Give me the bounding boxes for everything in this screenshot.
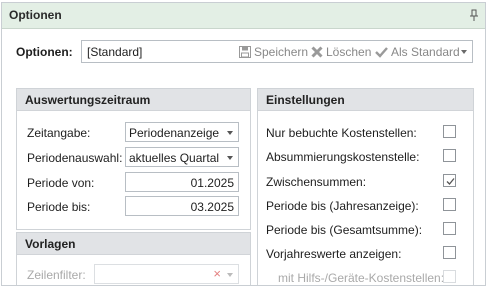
periodenauswahl-select[interactable]: aktuelles Quartal (125, 147, 239, 167)
periode-bis-value: 03.2025 (190, 200, 234, 214)
setting-checkbox[interactable] (443, 270, 456, 283)
chevron-down-icon[interactable] (461, 50, 467, 54)
einstellungen-group: Einstellungen Nur bebuchte Kostenstellen… (257, 88, 474, 285)
checkmark-icon (375, 47, 388, 58)
setting-checkbox[interactable] (443, 149, 456, 162)
zeitangabe-value: Periodenanzeige (129, 126, 220, 140)
delete-button-label: Löschen (326, 45, 372, 59)
einstellungen-header: Einstellungen (258, 89, 473, 111)
setting-label: Zwischensummen: (266, 175, 367, 189)
vorlagen-header: Vorlagen (17, 233, 250, 255)
zeitraum-header: Auswertungszeitraum (17, 89, 250, 111)
zeitraum-group: Auswertungszeitraum Zeitangabe: Perioden… (16, 88, 251, 230)
periodenauswahl-label: Periodenauswahl: (27, 151, 123, 165)
options-value: [Standard] (87, 45, 143, 59)
setting-label: Periode bis (Gesamtsumme): (266, 223, 423, 237)
checkmark-icon (446, 178, 455, 185)
delete-button[interactable]: Löschen (311, 45, 371, 59)
setting-label: Vorjahreswerte anzeigen: (266, 247, 402, 261)
periode-von-value: 01.2025 (190, 176, 234, 190)
chevron-down-icon (227, 273, 233, 277)
panel-titlebar: Optionen (2, 3, 485, 29)
periode-von-input[interactable]: 01.2025 (125, 172, 239, 192)
periode-von-label: Periode von: (27, 176, 95, 190)
zeilenfilter-label: Zeilenfilter: (27, 268, 86, 282)
set-default-button[interactable]: Als Standard (375, 45, 460, 59)
chevron-down-icon (227, 131, 233, 135)
periode-bis-label: Periode bis: (27, 200, 91, 214)
options-selector[interactable]: [Standard] Speichern Löschen Als Standar… (81, 40, 473, 63)
periodenauswahl-value: aktuelles Quartal (129, 151, 220, 165)
zeilenfilter-select[interactable]: × (94, 264, 239, 284)
einstellungen-title: Einstellungen (266, 93, 345, 107)
save-icon (239, 46, 251, 58)
setting-label: Absummierungskostenstelle: (266, 150, 420, 164)
clear-icon[interactable]: × (213, 266, 221, 281)
zeitangabe-select[interactable]: Periodenanzeige (125, 122, 239, 142)
zeitangabe-label: Zeitangabe: (27, 126, 91, 140)
save-button[interactable]: Speichern (239, 45, 308, 59)
pin-icon[interactable] (469, 9, 479, 22)
setting-checkbox[interactable] (443, 222, 456, 235)
vorlagen-group: Vorlagen Zeilenfilter: × (16, 232, 251, 285)
setting-label: Nur bebuchte Kostenstellen: (266, 126, 417, 140)
delete-icon (311, 46, 323, 58)
setting-checkbox-checked[interactable] (443, 174, 456, 187)
setting-checkbox[interactable] (443, 125, 456, 138)
save-button-label: Speichern (254, 45, 309, 59)
setting-checkbox[interactable] (443, 198, 456, 211)
chevron-down-icon (227, 156, 233, 160)
set-default-button-label: Als Standard (391, 45, 460, 59)
options-label: Optionen: (16, 45, 73, 59)
periode-bis-input[interactable]: 03.2025 (125, 196, 239, 216)
zeitraum-title: Auswertungszeitraum (25, 93, 151, 107)
vorlagen-title: Vorlagen (25, 237, 76, 251)
options-panel: Optionen Optionen: [Standard] Speichern (1, 2, 486, 286)
setting-checkbox[interactable] (443, 246, 456, 259)
panel-title: Optionen (9, 8, 62, 22)
setting-label: Periode bis (Jahresanzeige): (266, 199, 419, 213)
setting-label: mit Hilfs-/Geräte-Kostenstellen: (278, 271, 445, 285)
